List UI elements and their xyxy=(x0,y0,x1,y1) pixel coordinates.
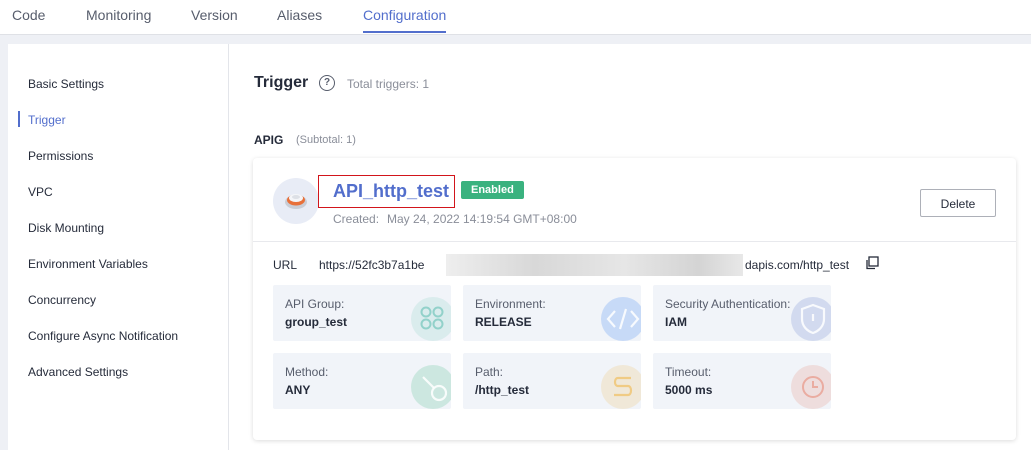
detail-label: Path: xyxy=(475,365,504,379)
trigger-card: API_http_test Enabled Created: May 24, 2… xyxy=(253,158,1016,440)
created-value: May 24, 2022 14:19:54 GMT+08:00 xyxy=(387,212,577,226)
method-icon xyxy=(411,365,451,409)
detail-security-auth: Security Authentication: IAM xyxy=(653,285,831,341)
total-triggers: Total triggers: 1 xyxy=(347,77,430,91)
trigger-name-link[interactable]: API_http_test xyxy=(333,181,449,202)
sidebar-item-environment-variables[interactable]: Environment Variables xyxy=(28,257,148,271)
sidebar-item-basic-settings[interactable]: Basic Settings xyxy=(28,77,104,91)
sidebar-item-permissions[interactable]: Permissions xyxy=(28,149,93,163)
detail-value: IAM xyxy=(665,315,687,329)
url-value-end: dapis.com/http_test xyxy=(745,258,850,272)
tab-version[interactable]: Version xyxy=(191,6,238,24)
sidebar-item-vpc[interactable]: VPC xyxy=(28,185,53,199)
detail-value: ANY xyxy=(285,383,311,397)
clock-icon xyxy=(791,365,831,409)
grid-icon xyxy=(411,297,451,341)
url-redaction xyxy=(446,254,743,276)
tab-configuration[interactable]: Configuration xyxy=(363,6,446,24)
detail-label: Timeout: xyxy=(665,365,712,379)
apig-logo-icon xyxy=(273,178,319,224)
detail-label: API Group: xyxy=(285,297,345,311)
trigger-card-header: API_http_test Enabled Created: May 24, 2… xyxy=(253,158,1016,242)
path-icon xyxy=(601,365,641,409)
main-panel: Trigger ? Total triggers: 1 APIG (Subtot… xyxy=(229,44,1031,450)
group-label: APIG xyxy=(254,133,284,147)
active-tab-indicator xyxy=(363,31,446,33)
tab-aliases[interactable]: Aliases xyxy=(277,6,322,24)
detail-environment: Environment: RELEASE xyxy=(463,285,641,341)
detail-label: Method: xyxy=(285,365,329,379)
url-value-start: https://52fc3b7a1be xyxy=(319,258,425,272)
tab-monitoring[interactable]: Monitoring xyxy=(86,6,151,24)
detail-method: Method: ANY xyxy=(273,353,451,409)
sidebar-item-concurrency[interactable]: Concurrency xyxy=(28,293,96,307)
sidebar-item-trigger[interactable]: Trigger xyxy=(28,113,66,127)
detail-api-group: API Group: group_test xyxy=(273,285,451,341)
created-label: Created: xyxy=(333,212,380,226)
detail-timeout: Timeout: 5000 ms xyxy=(653,353,831,409)
detail-value: 5000 ms xyxy=(665,383,713,397)
detail-value: /http_test xyxy=(475,383,529,397)
detail-label: Security Authentication: xyxy=(665,297,791,311)
active-nav-indicator xyxy=(18,111,20,127)
code-icon xyxy=(601,297,641,341)
group-subtotal: (Subtotal: 1) xyxy=(296,134,356,146)
detail-path: Path: /http_test xyxy=(463,353,641,409)
delete-button[interactable]: Delete xyxy=(920,189,996,217)
copy-icon[interactable] xyxy=(865,256,879,270)
detail-label: Environment: xyxy=(475,297,546,311)
detail-value: RELEASE xyxy=(475,315,532,329)
sidebar-item-advanced-settings[interactable]: Advanced Settings xyxy=(28,365,128,379)
detail-value: group_test xyxy=(285,315,348,329)
status-badge: Enabled xyxy=(461,181,524,199)
shield-icon xyxy=(791,297,831,341)
page-title: Trigger xyxy=(254,74,309,91)
tab-code[interactable]: Code xyxy=(12,6,45,24)
url-label: URL xyxy=(273,258,298,272)
question-circle-icon[interactable]: ? xyxy=(319,75,335,91)
sidebar-item-disk-mounting[interactable]: Disk Mounting xyxy=(28,221,104,235)
settings-sidebar: Basic Settings Trigger Permissions VPC D… xyxy=(8,44,229,450)
sidebar-item-async-notification[interactable]: Configure Async Notification xyxy=(28,329,178,343)
top-tab-bar: Code Monitoring Version Aliases Configur… xyxy=(0,0,1031,35)
